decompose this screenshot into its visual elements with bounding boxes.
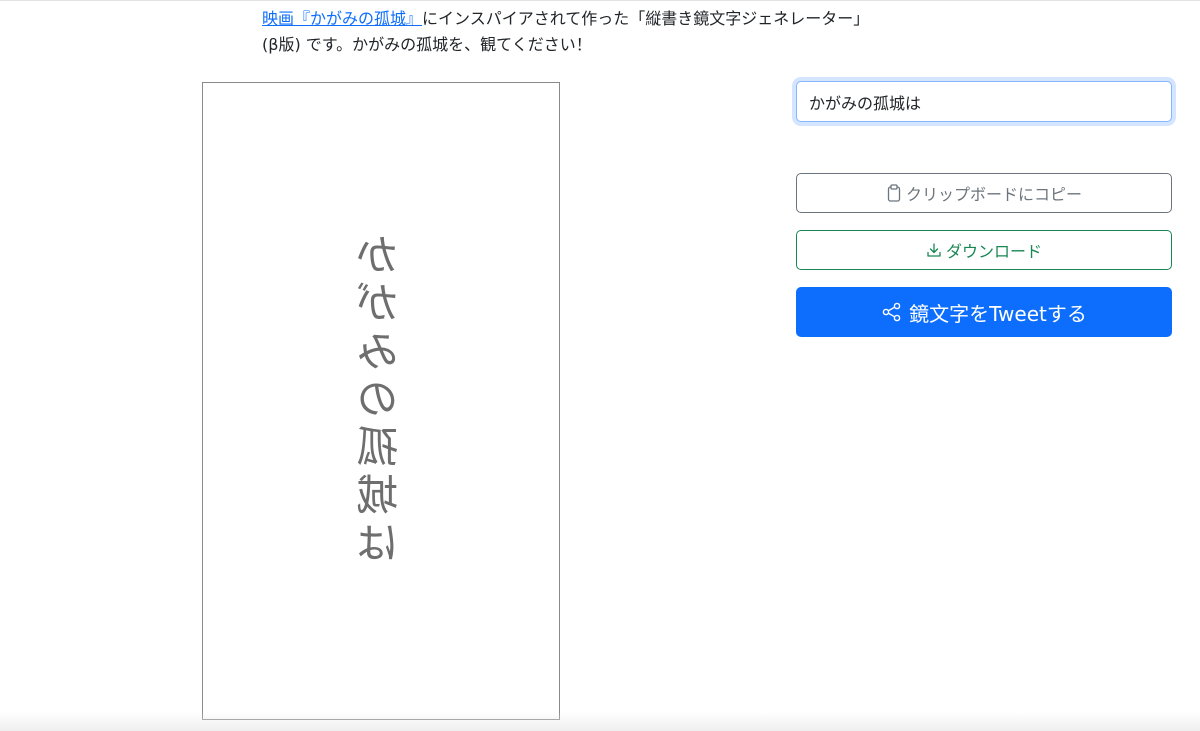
copy-button-label: クリップボードにコピー	[905, 185, 1082, 204]
tweet-button-label: 鏡文字をTweetする	[909, 301, 1087, 326]
copy-to-clipboard-button[interactable]: クリップボードにコピー	[796, 173, 1172, 213]
download-button-label: ダウンロード	[945, 242, 1042, 261]
bottom-fade	[0, 712, 1200, 731]
mirror-preview-canvas: かがみの孤城は	[202, 82, 560, 720]
tweet-button[interactable]: 鏡文字をTweetする	[796, 287, 1172, 337]
top-divider	[0, 0, 1200, 1]
page: 映画『かがみの孤城』にインスパイアされて作った「縦書き鏡文字ジェネレーター」(β…	[0, 0, 1200, 731]
mirrored-vertical-text: かがみの孤城は	[356, 233, 405, 569]
mirror-text-wrapper: かがみの孤城は	[203, 233, 559, 569]
download-icon	[926, 242, 942, 258]
clipboard-icon	[886, 184, 902, 202]
download-button[interactable]: ダウンロード	[796, 230, 1172, 270]
text-input[interactable]	[796, 81, 1172, 122]
movie-link[interactable]: 映画『かがみの孤城』	[262, 9, 422, 28]
share-icon	[881, 301, 903, 323]
intro-paragraph: 映画『かがみの孤城』にインスパイアされて作った「縦書き鏡文字ジェネレーター」(β…	[262, 6, 872, 58]
